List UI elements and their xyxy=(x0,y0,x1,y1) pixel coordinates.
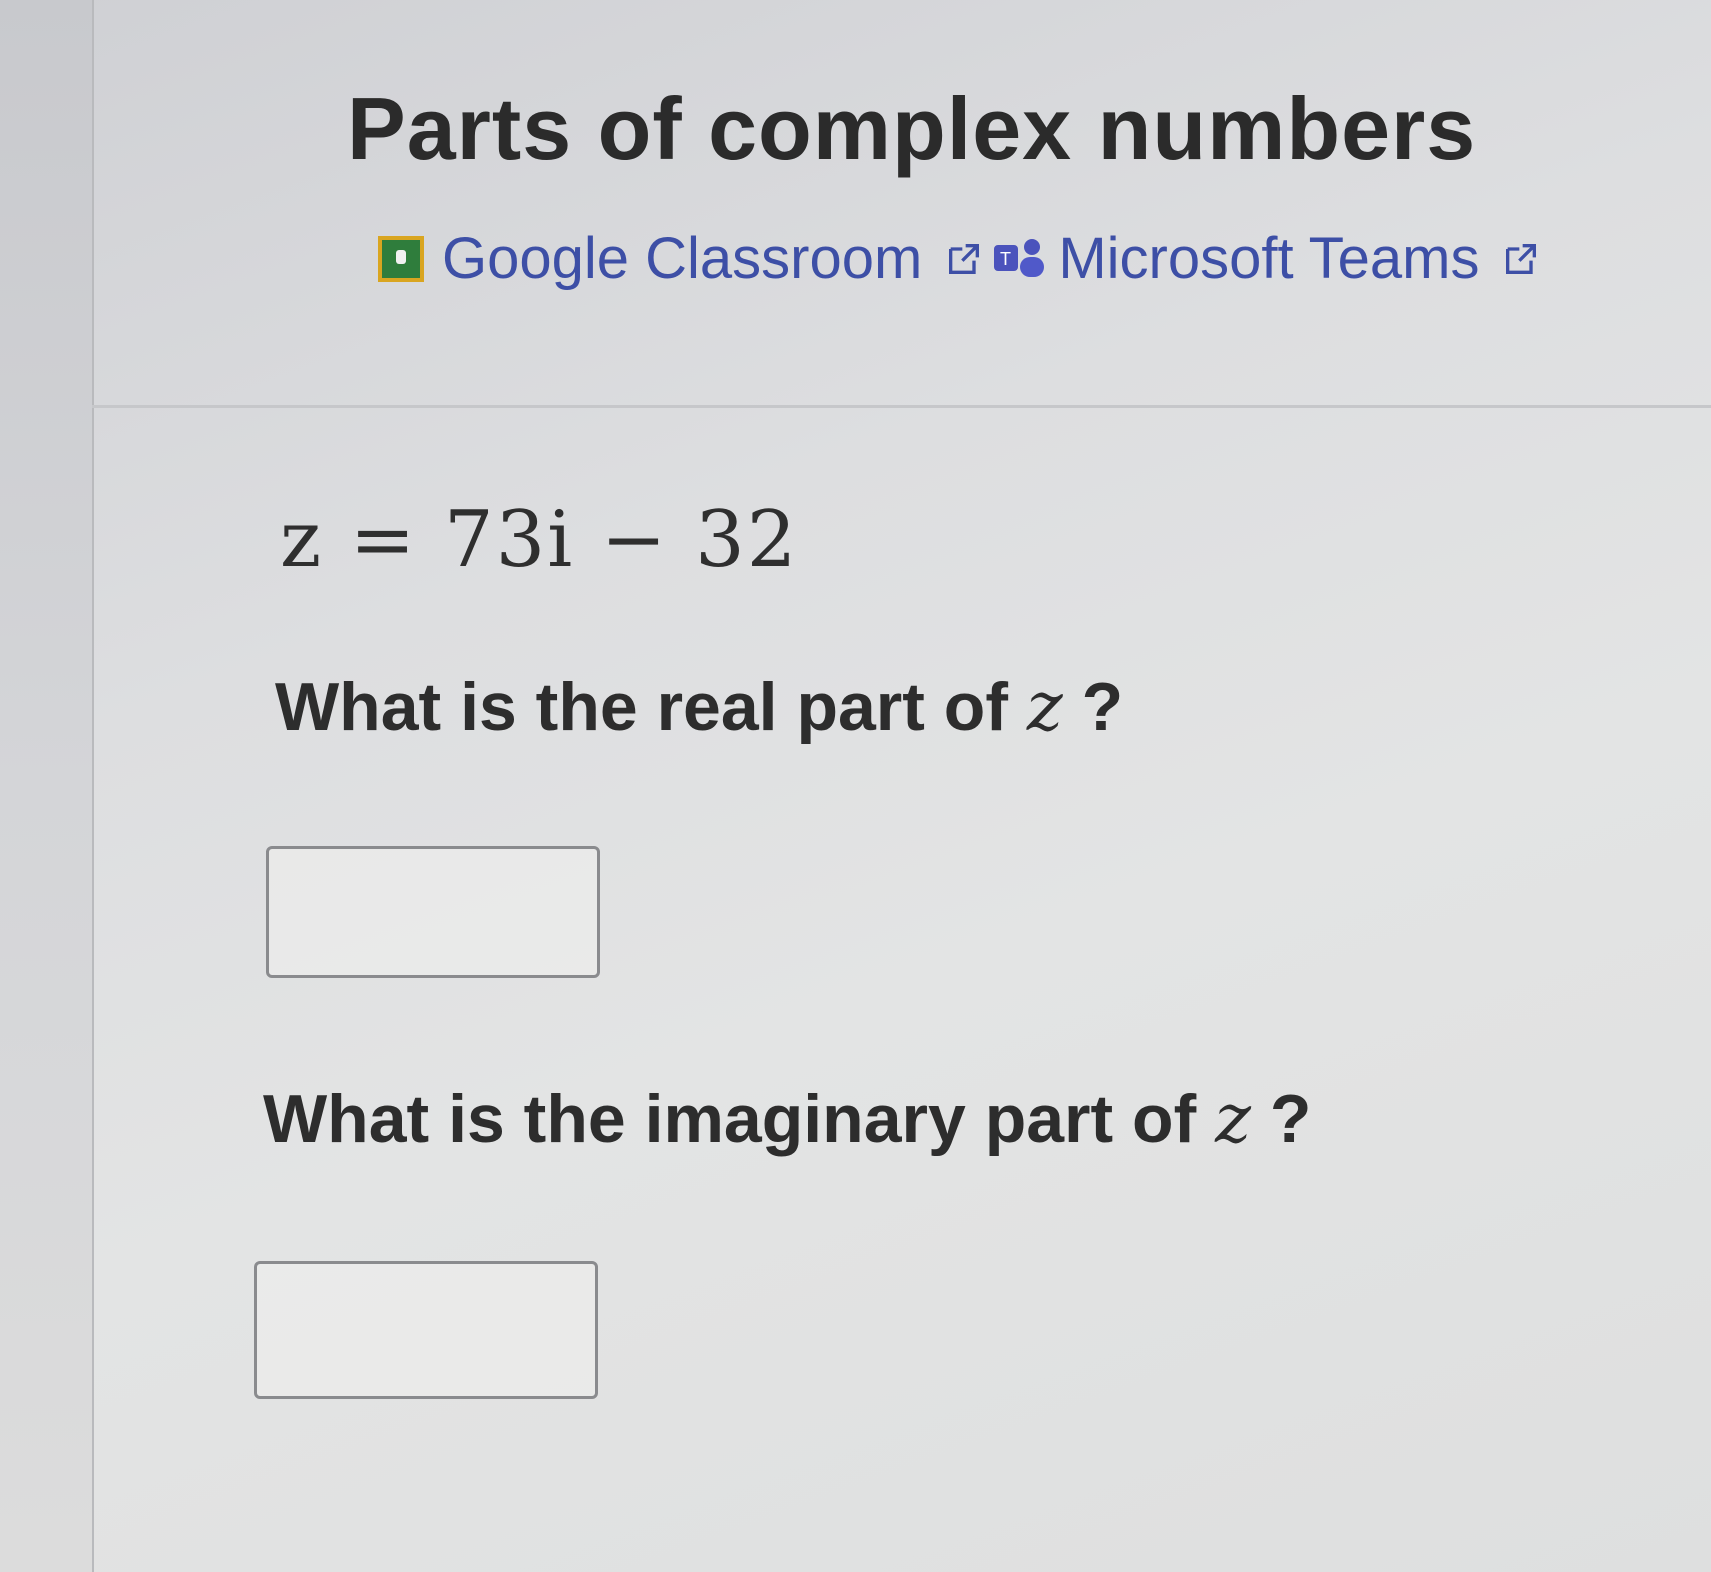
microsoft-teams-link[interactable]: T Microsoft Teams xyxy=(984,225,1541,292)
question-mark: ? xyxy=(1250,1081,1312,1157)
page-title: Parts of complex numbers xyxy=(347,79,1477,178)
share-links: Google Classroom T Microsoft Teams xyxy=(378,225,1541,292)
microsoft-teams-icon: T xyxy=(994,238,1045,277)
external-link-icon xyxy=(949,243,980,274)
question-text: What is the imaginary part of xyxy=(263,1081,1216,1157)
real-part-answer-input[interactable] xyxy=(266,846,600,978)
google-classroom-link[interactable]: Google Classroom xyxy=(378,225,984,292)
imaginary-part-answer-input[interactable] xyxy=(254,1261,598,1399)
question-mark: ? xyxy=(1062,669,1124,745)
google-classroom-icon xyxy=(378,235,424,282)
left-rail xyxy=(0,0,94,1572)
external-link-icon xyxy=(1506,243,1537,274)
question-real-part: What is the real part of z ? xyxy=(275,668,1123,747)
microsoft-teams-label: Microsoft Teams xyxy=(1058,226,1480,291)
exercise-header: Parts of complex numbers Google Classroo… xyxy=(92,0,1711,408)
question-text: What is the real part of xyxy=(275,669,1027,745)
variable-z: z xyxy=(1026,668,1063,747)
svg-text:T: T xyxy=(1000,249,1011,269)
problem-equation: z = 73i − 32 xyxy=(280,495,799,585)
variable-z: z xyxy=(1215,1080,1251,1159)
google-classroom-label: Google Classroom xyxy=(442,226,923,291)
question-imaginary-part: What is the imaginary part of z ? xyxy=(263,1080,1311,1159)
